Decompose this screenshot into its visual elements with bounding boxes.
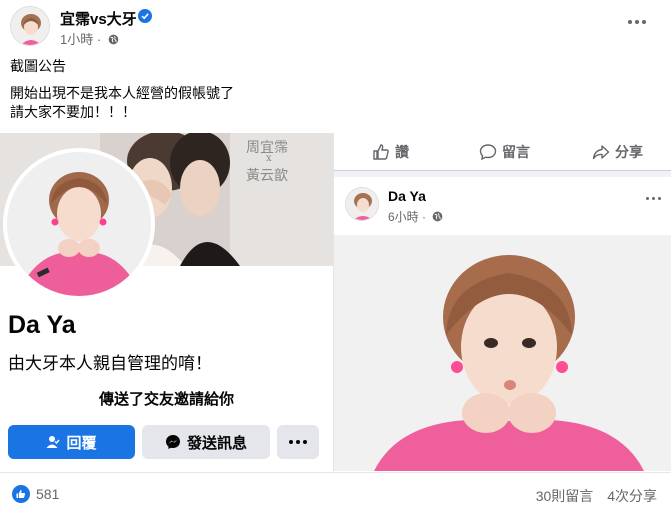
like-label: 讚: [395, 144, 409, 160]
more-dots-icon: [628, 20, 632, 24]
inner-post-time[interactable]: 6小時: [388, 210, 419, 224]
post-photo[interactable]: [334, 235, 671, 471]
share-icon: [592, 145, 610, 160]
send-message-label: 發送訊息: [186, 434, 247, 452]
post-options-button[interactable]: [625, 10, 649, 34]
comment-count[interactable]: 30則留言: [536, 488, 594, 504]
screenshot-post-card[interactable]: 讚 留言 分享 Da Ya 6小時 ·: [333, 133, 671, 471]
comment-label: 留言: [502, 144, 530, 160]
messenger-icon: [165, 435, 180, 449]
inner-post: Da Ya 6小時 ·: [334, 177, 671, 471]
profile-portrait: [7, 152, 151, 296]
globe-icon: [108, 34, 119, 45]
screenshot-profile-card[interactable]: 周宜霈 x 黃云歆 Da Ya 由大牙本人親自管理的唷！ 傳送了交友邀請給你 回…: [0, 133, 333, 471]
user-check-icon: [46, 436, 61, 448]
share-label: 分享: [615, 144, 643, 160]
post-text-line: 請大家不要加！！！: [10, 104, 136, 120]
friend-request-notice: 傳送了交友邀請給你: [98, 391, 234, 408]
profile-bio: 由大牙本人親自管理的唷！: [8, 354, 212, 373]
share-action[interactable]: 分享: [592, 142, 643, 162]
inner-author-name[interactable]: Da Ya: [388, 188, 426, 204]
profile-more-button[interactable]: [277, 425, 319, 459]
post-text-line: 開始出現不是我本人經營的假帳號了: [10, 85, 234, 101]
more-dots-icon: [289, 440, 293, 444]
share-count[interactable]: 4次分享: [607, 488, 657, 504]
post-footer: 581 30則留言 4次分享: [0, 472, 671, 514]
footer-stats: 30則留言 4次分享: [536, 486, 657, 506]
reply-button[interactable]: 回覆: [8, 425, 135, 459]
inner-post-options-button[interactable]: [644, 187, 662, 205]
thumbs-up-icon: [373, 144, 389, 160]
profile-name: Da Ya: [8, 311, 76, 339]
cover-x: x: [266, 153, 272, 164]
reply-button-label: 回覆: [66, 434, 97, 452]
post-body: 截圖公告 開始出現不是我本人經營的假帳號了 請大家不要加！！！: [10, 57, 234, 122]
like-action[interactable]: 讚: [372, 142, 409, 162]
post-time[interactable]: 1小時: [60, 32, 93, 47]
more-dots-icon: [645, 197, 649, 200]
globe-icon: [433, 211, 443, 222]
reaction-count[interactable]: 581: [36, 486, 59, 502]
comment-icon: [479, 144, 497, 161]
inner-author-avatar[interactable]: [345, 187, 379, 221]
profile-picture[interactable]: [3, 148, 155, 300]
post-actions-bar: 讚 留言 分享: [334, 133, 671, 171]
verified-badge-icon: [138, 9, 152, 23]
post-meta: 1小時 ·: [60, 29, 119, 48]
portrait-photo: [334, 235, 671, 471]
inner-post-meta: 6小時 ·: [388, 208, 443, 225]
author-name[interactable]: 宜霈vs大牙: [60, 8, 137, 29]
cover-name-2: 黃云歆: [246, 168, 288, 184]
comment-action[interactable]: 留言: [479, 142, 530, 162]
like-reaction-icon[interactable]: [12, 485, 30, 503]
post-header: 宜霈vs大牙 1小時 ·: [0, 0, 671, 50]
post-text-line: 截圖公告: [10, 58, 66, 74]
send-message-button[interactable]: 發送訊息: [142, 425, 270, 459]
author-avatar[interactable]: [10, 6, 50, 46]
